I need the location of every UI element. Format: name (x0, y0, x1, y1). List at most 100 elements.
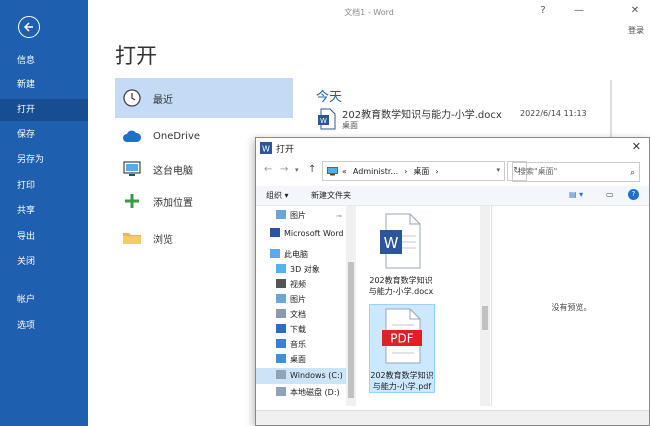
tree-item-drive-c[interactable]: Windows (C:) (256, 368, 346, 384)
address-bar[interactable]: « Administr... › 桌面 › ▾ (322, 161, 505, 181)
tree-item-desktop[interactable]: 桌面 (256, 352, 346, 368)
nav-save-as[interactable]: 另存为 (0, 149, 88, 171)
cloud-icon (121, 125, 143, 147)
tree-item-label: Windows (C:) (290, 371, 343, 380)
tree-item-videos[interactable]: 视频 (256, 277, 346, 293)
cube-icon (276, 264, 286, 273)
word-icon: W (260, 142, 272, 154)
tree-item-label: 文档 (290, 310, 306, 319)
nav-info[interactable]: 信息 (0, 50, 88, 72)
history-dropdown-icon[interactable]: ▾ (295, 166, 299, 174)
file-item-docx[interactable]: W 202教育数学知识与能力-小学.docx (368, 210, 434, 297)
search-icon: ⌕ (629, 168, 635, 178)
nav-account[interactable]: 帐户 (0, 289, 88, 311)
dialog-close-button[interactable]: ✕ (632, 140, 641, 153)
organize-button[interactable]: 组织 ▾ (266, 190, 289, 201)
recent-heading: 今天 (316, 90, 343, 105)
tree-item-pictures-quick[interactable]: 图片 ⊸ (256, 208, 346, 224)
minimize-button[interactable]: — (568, 5, 590, 16)
login-link[interactable]: 登录 (628, 25, 644, 36)
svg-text:W: W (262, 145, 270, 154)
view-options-icon[interactable]: ▤ ▾ (569, 190, 583, 199)
file-name: 202教育数学知识与能力-小学.pdf (370, 371, 434, 391)
recent-file-item[interactable]: W 202教育数学知识与能力-小学.docx 桌面 2022/6/14 11:1… (316, 104, 587, 132)
nav-print[interactable]: 打印 (0, 175, 88, 197)
help-icon[interactable]: ? (628, 189, 639, 200)
recent-scrollbar[interactable] (610, 80, 612, 140)
drive-icon (276, 370, 286, 379)
file-list: W 202教育数学知识与能力-小学.docx PDF 202教育数学知识与能力-… (358, 206, 480, 412)
tree-scrollbar-thumb[interactable] (348, 262, 354, 398)
file-scrollbar-thumb[interactable] (482, 306, 488, 330)
navigation-tree: 图片 ⊸ Microsoft Word 此电脑 3D 对象 视频 图片 文档 下载… (256, 206, 356, 425)
file-badge: PDF (390, 332, 413, 346)
pin-icon: ⊸ (336, 212, 342, 220)
picture-icon (276, 294, 286, 303)
location-label: 添加位置 (153, 197, 193, 209)
dialog-title-bar: W 打开 ✕ (256, 138, 649, 158)
open-dialog: W 打开 ✕ ← → ▾ ↑ « Administr... › 桌面 › ▾ ↻… (255, 137, 650, 426)
address-prefix: « (342, 166, 347, 176)
chevron-down-icon[interactable]: ▾ (496, 166, 500, 174)
file-name: 202教育数学知识与能力-小学.docx (368, 276, 434, 296)
address-separator: › (404, 166, 408, 176)
pc-icon (270, 249, 280, 258)
file-scrollbar[interactable] (480, 206, 490, 406)
picture-icon (276, 210, 286, 219)
nav-new[interactable]: 新建 (0, 74, 88, 96)
tree-item-pictures[interactable]: 图片 (256, 292, 346, 308)
back-button[interactable] (18, 16, 40, 38)
up-arrow-icon[interactable]: ↑ (308, 164, 316, 175)
tree-item-label: 此电脑 (284, 250, 308, 259)
word-file-icon: W (380, 213, 421, 269)
tree-item-label: Microsoft Word (284, 229, 344, 238)
tree-item-label: 桌面 (290, 355, 306, 364)
word-icon (270, 228, 280, 237)
tree-item-drive-d[interactable]: 本地磁盘 (D:) (256, 385, 346, 401)
file-badge: W (384, 234, 399, 252)
preview-message: 没有预览。 (551, 303, 592, 312)
tree-item-label: 3D 对象 (290, 265, 320, 274)
search-input[interactable]: 搜索"桌面" ⌕ (512, 162, 640, 182)
backstage-nav: 信息 新建 打开 保存 另存为 打印 共享 导出 关闭 帐户 选项 (0, 0, 88, 426)
nav-share[interactable]: 共享 (0, 200, 88, 222)
file-item-pdf[interactable]: PDF 202教育数学知识与能力-小学.pdf (369, 304, 435, 393)
tree-item-3d[interactable]: 3D 对象 (256, 262, 346, 278)
window-title: 文档1 - Word (344, 8, 394, 17)
tree-item-label: 视频 (290, 280, 306, 289)
search-placeholder: 搜索"桌面" (518, 167, 558, 176)
tree-item-downloads[interactable]: 下载 (256, 322, 346, 338)
desktop-icon (276, 354, 286, 363)
address-segment[interactable]: Administr... (353, 167, 398, 176)
tree-item-label: 音乐 (290, 340, 306, 349)
new-folder-button[interactable]: 新建文件夹 (311, 190, 351, 201)
recent-file-date: 2022/6/14 11:13 (520, 109, 587, 118)
address-segment[interactable]: 桌面 (413, 166, 429, 177)
preview-pane-icon[interactable]: ▭ (606, 190, 614, 199)
tree-item-music[interactable]: 音乐 (256, 337, 346, 353)
preview-pane: 没有预览。 (491, 206, 649, 406)
tree-scrollbar[interactable] (346, 206, 356, 406)
back-arrow-icon[interactable]: ← (264, 164, 272, 175)
nav-options[interactable]: 选项 (0, 315, 88, 337)
tree-item-label: 图片 (290, 295, 306, 304)
plus-icon (121, 190, 143, 212)
tree-item-word[interactable]: Microsoft Word (256, 226, 346, 242)
nav-close[interactable]: 关闭 (0, 251, 88, 273)
nav-save[interactable]: 保存 (0, 124, 88, 146)
nav-export[interactable]: 导出 (0, 226, 88, 248)
location-label: OneDrive (153, 130, 201, 142)
forward-arrow-icon[interactable]: → (280, 164, 288, 175)
close-button[interactable]: ✕ (624, 5, 646, 16)
svg-text:W: W (320, 117, 327, 125)
location-label: 这台电脑 (153, 165, 193, 177)
tree-item-documents[interactable]: 文档 (256, 307, 346, 323)
nav-open[interactable]: 打开 (0, 99, 88, 121)
location-label: 最近 (153, 94, 173, 106)
location-recent[interactable]: 最近 (115, 78, 293, 118)
tree-item-label: 本地磁盘 (D:) (290, 388, 340, 397)
dialog-toolbar: 组织 ▾ 新建文件夹 ▤ ▾ ▭ ? (256, 186, 649, 206)
help-button[interactable]: ? (532, 5, 554, 16)
arrow-left-icon (23, 22, 33, 32)
tree-item-this-pc[interactable]: 此电脑 (256, 247, 346, 263)
